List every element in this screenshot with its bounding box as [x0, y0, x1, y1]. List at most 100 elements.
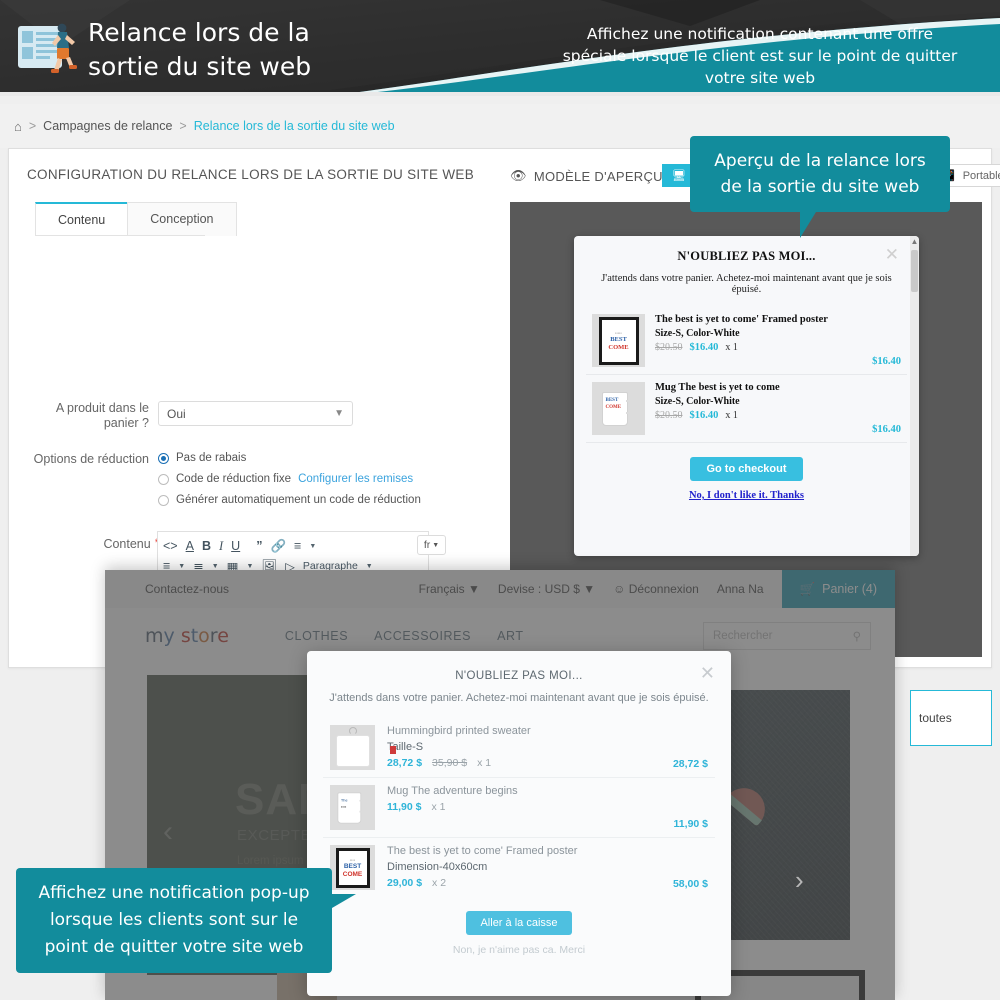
mug-art: The ▪▪▪▪: [334, 789, 371, 826]
scroll-up-icon[interactable]: ▲: [910, 236, 919, 248]
chevron-down-icon: ▼: [432, 542, 439, 549]
poster-art-line: COME: [608, 344, 628, 351]
poster-art: ▪▪▪▪▪ BEST COME: [599, 317, 639, 365]
scrollbar-thumb[interactable]: [911, 250, 918, 292]
link-icon[interactable]: 🔗: [270, 539, 286, 554]
close-icon[interactable]: ✕: [885, 245, 899, 265]
preview-modal-heading: N'OUBLIEZ PAS MOI...: [574, 236, 919, 264]
product-old-price: 35,90 $: [432, 757, 467, 769]
nav-item-art[interactable]: ART: [497, 629, 524, 643]
product-attributes: Size-S, Color-White: [655, 396, 862, 407]
field-label-contenu: Contenu: [103, 537, 150, 551]
product-info: Mug The adventure begins 11,90 $ x 1: [387, 785, 662, 813]
breadcrumb-current[interactable]: Relance lors de la sortie du site web: [194, 119, 395, 133]
code-icon[interactable]: <>: [163, 539, 178, 553]
search-icon[interactable]: ⚲: [853, 629, 861, 643]
chevron-down-icon[interactable]: ▼: [309, 543, 316, 550]
language-value: fr: [424, 539, 430, 551]
currency-dropdown[interactable]: Devise : USD $ ▼: [498, 582, 595, 596]
field-discount-options: Options de réduction Pas de rabais Code …: [29, 452, 469, 515]
product-in-cart-select[interactable]: Oui ▼: [158, 401, 353, 426]
bold-icon[interactable]: B: [202, 539, 211, 553]
contact-link[interactable]: Contactez-nous: [145, 582, 229, 596]
tab-conception[interactable]: Conception: [127, 202, 236, 236]
product-prices: $20.50 $16.40 x 1: [655, 410, 862, 421]
product-name: Mug The adventure begins: [387, 785, 662, 797]
product-name: Mug The best is yet to come: [655, 382, 862, 393]
voir-toutes-button[interactable]: toutes: [910, 690, 992, 746]
mug-art-line: COME: [606, 405, 622, 410]
go-to-checkout-button[interactable]: Go to checkout: [690, 457, 802, 481]
home-icon[interactable]: ⌂: [14, 119, 22, 134]
product-total: 28,72 $: [673, 758, 708, 770]
language-dropdown[interactable]: Français ▼: [419, 582, 480, 596]
store-logo[interactable]: my store: [145, 625, 229, 647]
mug-art-line: The: [341, 797, 348, 802]
product-total: 11,90 $: [674, 818, 708, 830]
product-price: 28,72 $: [387, 757, 422, 769]
field-label-discount: Options de réduction: [29, 452, 149, 515]
poster-art-line: ▪▪▪▪▪: [615, 331, 622, 335]
radio-option-no-discount[interactable]: Pas de rabais: [158, 452, 421, 464]
framed-poster-thumb: ▪▪▪▪▪ BEST COME: [592, 314, 645, 367]
poster-art: ▪▪▪▪ BEST COME: [336, 848, 370, 888]
breadcrumb-parent[interactable]: Campagnes de relance: [43, 119, 172, 133]
field-label-product-in-cart: A produit dans le panier ?: [29, 401, 149, 431]
chevron-down-icon[interactable]: ▼: [246, 563, 253, 570]
radio-icon: [158, 474, 169, 485]
underline-icon[interactable]: U: [231, 539, 240, 553]
radio-option-fixed-code[interactable]: Code de réduction fixe Configurer les re…: [158, 473, 421, 485]
product-quantity: x 1: [477, 757, 491, 769]
preview-scrollbar[interactable]: ▲: [910, 236, 919, 556]
list-item: ▪▪▪▪ BEST COME The best is yet to come' …: [323, 838, 715, 897]
store-nav-links: CLOTHES ACCESSOIRES ART: [285, 629, 524, 643]
nav-item-accessoires[interactable]: ACCESSOIRES: [374, 629, 471, 643]
tab-underline: [35, 235, 205, 236]
text-color-icon[interactable]: A: [186, 539, 194, 553]
chevron-down-icon[interactable]: ▼: [212, 563, 219, 570]
close-icon[interactable]: ✕: [700, 663, 715, 684]
radio-label-auto-code: Générer automatiquement un code de réduc…: [176, 494, 421, 506]
preview-mobile-label: Portable: [963, 170, 1000, 182]
eye-icon: 👁: [510, 168, 527, 184]
product-total: $16.40: [872, 356, 901, 367]
preview-label-wrap: 👁 MODÈLE D'APERÇU: [510, 168, 663, 184]
list-item: Hummingbird printed sweater Taille-S 28,…: [323, 718, 715, 778]
language-selector[interactable]: fr ▼: [417, 535, 446, 555]
decline-link[interactable]: Non, je n'aime pas ca. Merci: [307, 944, 731, 956]
product-prices: 11,90 $ x 1: [387, 801, 662, 813]
nav-item-clothes[interactable]: CLOTHES: [285, 629, 348, 643]
radio-option-auto-code[interactable]: Générer automatiquement un code de réduc…: [158, 494, 421, 506]
chevron-right-icon[interactable]: ›: [795, 865, 804, 896]
product-quantity: x 1: [725, 410, 738, 421]
product-in-cart-value: Oui: [167, 407, 186, 421]
chevron-down-icon[interactable]: ▼: [178, 563, 185, 570]
product-old-price: $20.50: [655, 342, 683, 353]
newsletter-runner-icon: [18, 22, 76, 74]
popup-heading: N'OUBLIEZ PAS MOI...: [307, 651, 731, 682]
poster-art-line: BEST: [344, 863, 361, 870]
chevron-down-icon[interactable]: ▼: [366, 563, 373, 570]
preview-modal: ▲ ✕ N'OUBLIEZ PAS MOI... J'attends dans …: [574, 236, 919, 556]
quote-icon[interactable]: ”: [256, 539, 262, 553]
radio-icon: [158, 495, 169, 506]
configure-discounts-link[interactable]: Configurer les remises: [298, 473, 413, 485]
product-price: $16.40: [690, 410, 719, 421]
product-attributes: Size-S, Color-White: [655, 328, 862, 339]
italic-icon[interactable]: I: [219, 539, 223, 554]
decline-link[interactable]: No, I don't like it. Thanks: [574, 490, 919, 501]
checkout-button[interactable]: Aller à la caisse: [466, 911, 571, 935]
mug-art-line: BEST: [606, 398, 619, 403]
product-info: The best is yet to come' Framed poster D…: [387, 845, 661, 889]
poster-art-line: BEST: [610, 336, 627, 343]
store-search[interactable]: Rechercher ⚲: [703, 622, 871, 650]
product-price: 29,00 $: [387, 877, 422, 889]
product-prices: 28,72 $ 35,90 $ x 1: [387, 757, 661, 769]
cart-button[interactable]: 🛒 Panier (4): [782, 570, 895, 608]
tab-contenu[interactable]: Contenu: [35, 202, 128, 236]
breadcrumb-sep-2: >: [179, 119, 186, 133]
align-icon[interactable]: ≡: [294, 539, 301, 553]
chevron-left-icon[interactable]: ‹: [163, 815, 173, 849]
account-group[interactable]: ☺ Déconnexion: [613, 582, 699, 596]
product-info: The best is yet to come' Framed poster S…: [655, 314, 862, 367]
